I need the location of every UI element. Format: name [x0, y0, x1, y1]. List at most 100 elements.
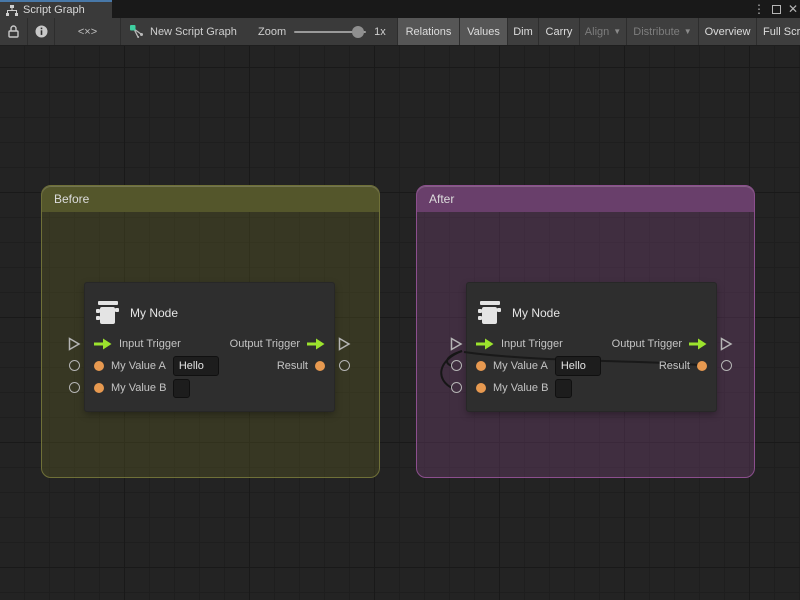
value-port-external-right[interactable] — [721, 360, 732, 371]
carry-toggle[interactable]: Carry — [538, 18, 579, 45]
zoom-slider-handle[interactable] — [352, 26, 364, 38]
script-graph-icon — [130, 25, 144, 38]
trigger-out-icon[interactable] — [689, 338, 707, 350]
node-rows: Input Trigger Output Trigger My Value A … — [467, 333, 716, 399]
toolbar: <×> New Script Graph Zoom 1x Relations — [0, 18, 800, 46]
overview-button[interactable]: Overview — [698, 18, 756, 45]
value-port-external-left[interactable] — [69, 360, 80, 371]
port-label: Output Trigger — [230, 338, 300, 350]
graph-name-label: New Script Graph — [150, 26, 237, 38]
chevron-down-icon: ▼ — [613, 27, 621, 36]
port-label: Result — [659, 360, 690, 372]
value-port-external-left[interactable] — [451, 382, 462, 393]
graph-tab-icon — [6, 5, 18, 16]
port-row-value-a: My Value A Hello Result — [467, 355, 716, 377]
value-a-input[interactable]: Hello — [555, 356, 601, 376]
align-button: Align ▼ — [579, 18, 626, 45]
value-port-external-left[interactable] — [69, 382, 80, 393]
port-row-value-b: My Value B — [85, 377, 334, 399]
node-header[interactable]: My Node — [85, 283, 334, 333]
trigger-port-external-left[interactable] — [450, 337, 463, 351]
dim-toggle[interactable]: Dim — [507, 18, 538, 45]
value-port-icon[interactable] — [315, 361, 325, 371]
port-label: My Value B — [111, 382, 166, 394]
port-row-value-a: My Value A Hello Result — [85, 355, 334, 377]
align-label: Align — [585, 26, 609, 38]
node-rows: Input Trigger Output Trigger My Value A … — [85, 333, 334, 399]
port-row-trigger: Input Trigger Output Trigger — [467, 333, 716, 355]
overview-label: Overview — [705, 26, 751, 38]
value-port-icon[interactable] — [476, 383, 486, 393]
values-label: Values — [467, 26, 500, 38]
carry-label: Carry — [546, 26, 573, 38]
value-a-text: Hello — [179, 360, 204, 372]
port-label: My Value A — [111, 360, 166, 372]
group-before-header[interactable]: Before — [42, 186, 379, 212]
value-port-icon[interactable] — [94, 383, 104, 393]
trigger-in-icon[interactable] — [94, 338, 112, 350]
toolbar-separator — [120, 18, 121, 45]
value-a-text: Hello — [561, 360, 586, 372]
group-after-header[interactable]: After — [417, 186, 754, 212]
zoom-control: Zoom 1x — [258, 18, 386, 45]
group-title: Before — [54, 192, 89, 206]
trigger-out-icon[interactable] — [307, 338, 325, 350]
info-icon — [35, 25, 48, 38]
tab-label: Script Graph — [23, 4, 85, 16]
value-b-input[interactable] — [173, 379, 190, 398]
values-toggle[interactable]: Values — [459, 18, 507, 45]
lock-icon — [8, 25, 19, 38]
port-label: Result — [277, 360, 308, 372]
info-button[interactable] — [27, 18, 54, 45]
trigger-port-external-right[interactable] — [338, 337, 351, 351]
port-row-value-b: My Value B — [467, 377, 716, 399]
script-graph-window: Script Graph ⋮ ✕ <×> — [0, 0, 800, 600]
full-screen-button[interactable]: Full Screen — [756, 18, 800, 45]
value-port-icon[interactable] — [94, 361, 104, 371]
node-my-node-after[interactable]: My Node Input Trigger Output Trigger — [467, 283, 716, 411]
value-a-input[interactable]: Hello — [173, 356, 219, 376]
node-header[interactable]: My Node — [467, 283, 716, 333]
zoom-label: Zoom — [258, 26, 286, 38]
unit-icon — [95, 301, 120, 325]
port-label: Input Trigger — [501, 338, 563, 350]
tab-script-graph[interactable]: Script Graph — [0, 0, 112, 18]
lock-button[interactable] — [0, 18, 27, 45]
maximize-icon[interactable] — [772, 5, 781, 14]
close-icon[interactable]: ✕ — [788, 2, 798, 16]
toolbar-toggles: Relations Values Dim Carry Align ▼ Distr… — [397, 18, 800, 45]
group-title: After — [429, 192, 454, 206]
graph-name: New Script Graph — [130, 18, 237, 45]
code-icon: <×> — [78, 26, 97, 38]
node-my-node-before[interactable]: My Node Input Trigger Output Trigger — [85, 283, 334, 411]
port-label: My Value A — [493, 360, 548, 372]
relations-label: Relations — [406, 26, 452, 38]
distribute-button: Distribute ▼ — [626, 18, 698, 45]
graph-canvas[interactable]: Before After My Node — [0, 46, 800, 600]
code-preview-button[interactable]: <×> — [54, 18, 120, 45]
value-port-external-right[interactable] — [339, 360, 350, 371]
distribute-label: Distribute — [633, 26, 679, 38]
value-port-external-left[interactable] — [451, 360, 462, 371]
relations-toggle[interactable]: Relations — [397, 18, 459, 45]
port-label: Output Trigger — [612, 338, 682, 350]
value-port-icon[interactable] — [697, 361, 707, 371]
value-b-input[interactable] — [555, 379, 572, 398]
window-controls: ⋮ ✕ — [753, 0, 798, 18]
full-screen-label: Full Screen — [763, 26, 800, 38]
node-title: My Node — [512, 306, 560, 320]
trigger-port-external-right[interactable] — [720, 337, 733, 351]
port-row-trigger: Input Trigger Output Trigger — [85, 333, 334, 355]
unit-icon — [477, 301, 502, 325]
port-label: My Value B — [493, 382, 548, 394]
trigger-port-external-left[interactable] — [68, 337, 81, 351]
trigger-in-icon[interactable] — [476, 338, 494, 350]
zoom-slider[interactable] — [294, 31, 366, 33]
kebab-menu-icon[interactable]: ⋮ — [753, 2, 765, 16]
tab-bar: Script Graph ⋮ ✕ — [0, 0, 800, 18]
value-port-icon[interactable] — [476, 361, 486, 371]
node-title: My Node — [130, 306, 178, 320]
dim-label: Dim — [513, 26, 533, 38]
zoom-value: 1x — [374, 26, 386, 38]
port-label: Input Trigger — [119, 338, 181, 350]
